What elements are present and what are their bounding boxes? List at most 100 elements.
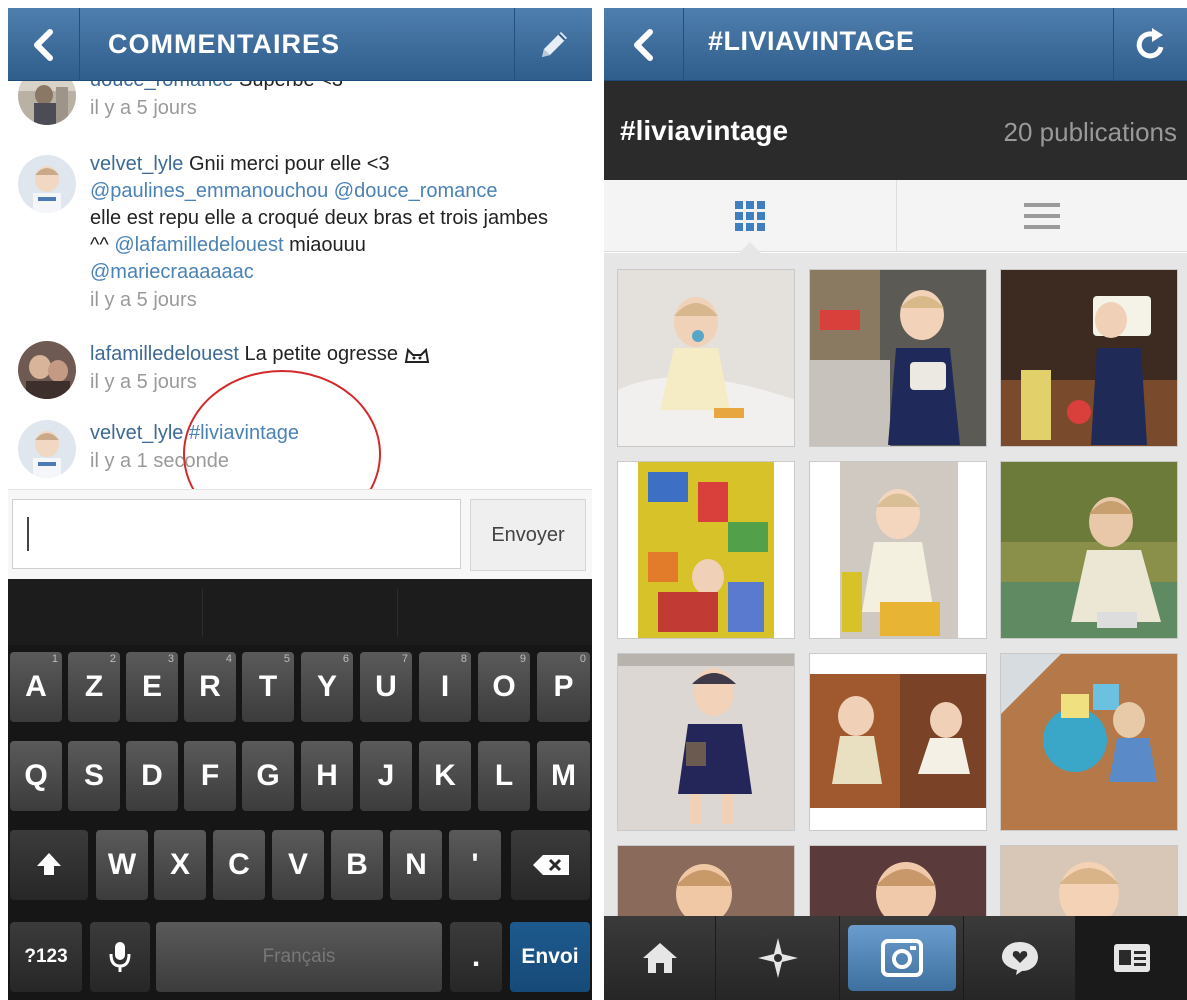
key-k[interactable]: K [419,741,471,811]
list-view-icon [1024,203,1060,229]
key-r[interactable]: R4 [184,652,236,722]
comment-username[interactable]: lafamilledelouest [90,343,239,365]
key-t[interactable]: T5 [242,652,294,722]
camera-button[interactable] [847,925,956,991]
comment-username[interactable]: douce_romance [90,81,233,91]
hashtag-screen: #LIVIAVINTAGE #liviavintage 20 publicati… [604,8,1187,1000]
photo-thumbnail[interactable] [1000,461,1178,639]
backspace-icon [532,855,569,875]
key-apostrophe[interactable]: ' [449,830,501,900]
back-button[interactable] [8,8,80,81]
comment-text: miaouuu [283,234,366,256]
key-z[interactable]: Z2 [68,652,120,722]
mention-link[interactable]: @paulines_emmanouchou [90,180,328,202]
nav-profile[interactable] [1076,916,1187,1000]
key-v[interactable]: V [272,830,324,900]
nav-home[interactable] [604,916,716,1000]
nav-explore[interactable] [716,916,840,1000]
photo-grid [604,253,1187,918]
photo-thumbnail[interactable] [809,269,987,447]
comment-username[interactable]: velvet_lyle [90,153,183,175]
comment-time: il y a 5 jours [90,289,197,311]
hashtag-summary: #liviavintage 20 publications [604,81,1187,180]
avatar[interactable] [18,341,76,399]
key-q[interactable]: Q [10,741,62,811]
send-button[interactable]: Envoyer [470,499,586,571]
key-p[interactable]: P0 [537,652,590,722]
publication-count: 20 publications [1003,117,1177,147]
key-e[interactable]: E3 [126,652,178,722]
key-u[interactable]: U7 [360,652,412,722]
key-f[interactable]: F [184,741,236,811]
comment-username[interactable]: velvet_lyle [90,422,183,444]
cat-emoji-icon [404,347,429,363]
back-button[interactable] [604,8,684,81]
photo-thumbnail[interactable] [809,461,987,639]
refresh-icon [1136,27,1163,58]
page-title: #LIVIAVINTAGE [708,26,915,56]
key-n[interactable]: N [390,830,442,900]
key-o[interactable]: O9 [478,652,530,722]
keyboard: A1 Z2 E3 R4 T5 Y6 U7 I8 O9 P0 Q S D F G … [8,579,592,1000]
back-arrow-icon [633,28,653,61]
hashtag-header: #LIVIAVINTAGE [604,8,1187,81]
mention-link[interactable]: @mariecraaaaaac [90,261,254,283]
key-m[interactable]: M [537,741,590,811]
key-d[interactable]: D [126,741,178,811]
photo-thumbnail[interactable] [617,845,795,918]
photo-thumbnail[interactable] [1000,653,1178,831]
key-y[interactable]: Y6 [301,652,353,722]
enter-key[interactable]: Envoi [510,922,590,992]
photo-thumbnail[interactable] [617,461,795,639]
home-icon [642,943,677,973]
tab-list-view[interactable] [896,180,1187,252]
text-caret [27,517,29,551]
shift-arrow-icon [37,853,61,875]
hashtag-title: #liviavintage [620,115,789,146]
key-j[interactable]: J [360,741,412,811]
key-a[interactable]: A1 [10,652,62,722]
comment-text: La petite ogresse [238,343,404,365]
key-g[interactable]: G [242,741,294,811]
symbols-key[interactable]: ?123 [10,922,82,992]
key-s[interactable]: S [68,741,120,811]
key-h[interactable]: H [301,741,353,811]
view-toggle [604,180,1187,253]
period-key[interactable]: . [450,922,502,992]
photo-thumbnail[interactable] [809,845,987,918]
photo-thumbnail[interactable] [1000,269,1178,447]
nav-camera[interactable] [840,916,964,1000]
key-i[interactable]: I8 [419,652,471,722]
voice-input-key[interactable] [90,922,150,992]
profile-icon [1113,944,1150,972]
shift-key[interactable] [10,830,88,900]
page-title: COMMENTAIRES [108,29,340,59]
avatar[interactable] [18,81,76,125]
comment-time: il y a 5 jours [90,97,197,119]
mention-link[interactable]: @douce_romance [334,180,498,202]
comment-text: Superbe <3 [233,81,343,91]
comments-screen: COMMENTAIRES douce_romance Sup [8,8,592,1000]
nav-activity[interactable] [964,916,1076,1000]
space-key[interactable]: Français [156,922,442,992]
key-w[interactable]: W [96,830,148,900]
photo-thumbnail[interactable] [809,653,987,831]
microphone-icon [109,942,131,972]
edit-button[interactable] [514,8,592,81]
photo-thumbnail[interactable] [1000,845,1178,918]
mention-link[interactable]: @lafamilledelouest [114,234,283,256]
suggestion-bar[interactable] [8,579,592,645]
grid-view-icon [734,201,765,231]
refresh-button[interactable] [1113,8,1187,81]
key-l[interactable]: L [478,741,530,811]
backspace-key[interactable] [511,830,590,900]
comments-header: COMMENTAIRES [8,8,592,81]
avatar[interactable] [18,420,76,478]
key-x[interactable]: X [154,830,206,900]
photo-thumbnail[interactable] [617,653,795,831]
avatar[interactable] [18,155,76,213]
key-b[interactable]: B [331,830,383,900]
key-c[interactable]: C [213,830,265,900]
photo-thumbnail[interactable] [617,269,795,447]
comment-input[interactable] [12,499,461,569]
